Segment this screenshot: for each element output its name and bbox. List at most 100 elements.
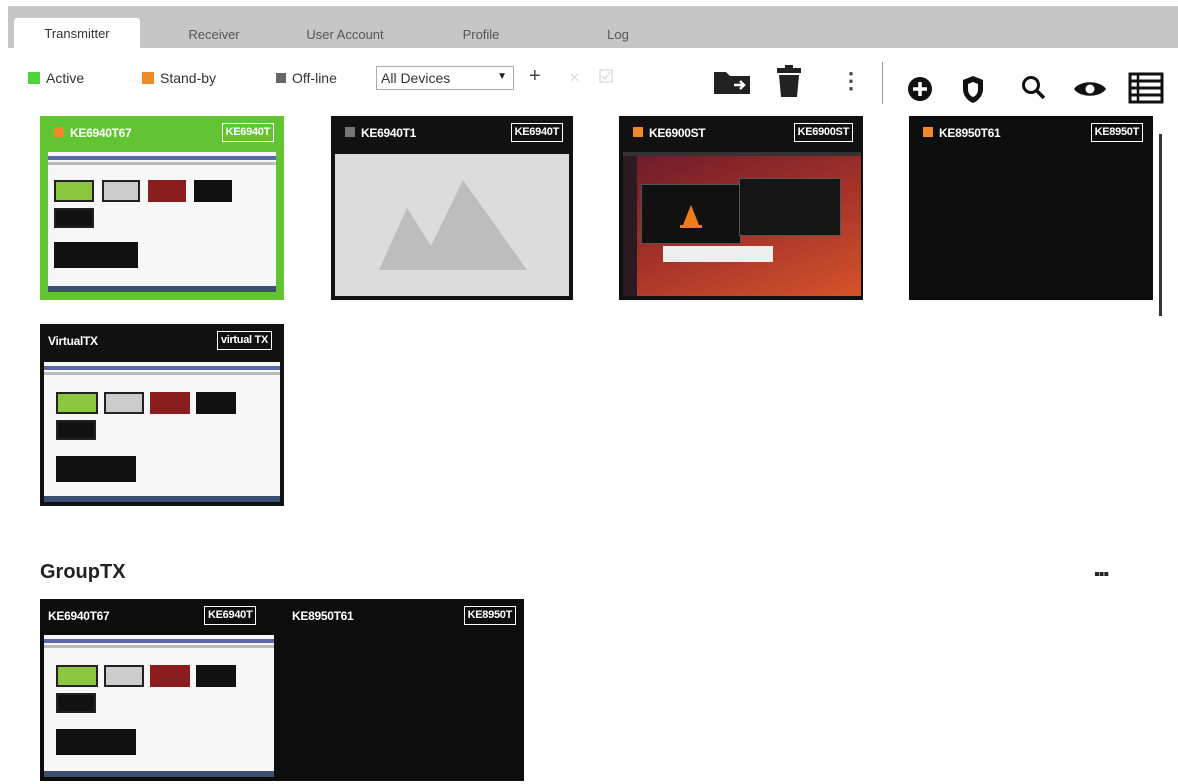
preview-tile	[104, 392, 144, 414]
eye-icon[interactable]	[1072, 78, 1108, 100]
preview-tile	[56, 729, 136, 755]
status-dot	[54, 127, 64, 137]
device-model-badge: KE6940T	[221, 123, 274, 142]
device-tile[interactable]: KE6900ST KE6900ST	[619, 116, 863, 300]
desktop-preview	[44, 635, 274, 777]
device-name: KE6940T1	[361, 126, 416, 140]
preview-taskbar	[44, 771, 274, 777]
group-member-name: KE8950T61	[292, 609, 354, 623]
desktop-preview	[48, 152, 276, 292]
preview-menubar	[44, 372, 280, 375]
preview-dialog	[663, 246, 773, 262]
device-model-badge: KE8950T	[1090, 123, 1143, 142]
preview-menubar	[44, 645, 274, 648]
checkbox-icon[interactable]	[598, 68, 614, 84]
screen-preview	[335, 154, 569, 296]
legend-active: Active	[28, 70, 84, 86]
preview-tile	[148, 180, 186, 202]
preview-tile	[196, 392, 236, 414]
toolbar-divider	[882, 62, 883, 104]
preview-titlebar	[44, 366, 280, 370]
legend-offline-label: Off-line	[292, 70, 337, 86]
device-tile[interactable]: VirtualTX virtual TX	[40, 324, 284, 506]
group-tile[interactable]: KE6940T67 KE6940T KE8950T61 KE8950T	[40, 599, 524, 781]
vlc-cone-icon	[680, 205, 702, 228]
tab-user-account[interactable]: User Account	[290, 20, 400, 48]
preview-tile	[56, 456, 136, 482]
toolbar: Active Stand-by Off-line All Devices ▼ +…	[0, 48, 1178, 110]
preview-tile	[56, 420, 96, 440]
vertical-more-icon[interactable]: ⋮	[840, 70, 862, 92]
preview-tile	[56, 693, 96, 713]
status-dot	[345, 127, 355, 137]
preview-taskbar	[44, 496, 280, 502]
preview-menubar	[48, 162, 276, 165]
device-tile[interactable]: KE6940T1 KE6940T	[331, 116, 573, 300]
preview-tile	[150, 665, 190, 687]
legend-active-label: Active	[46, 70, 85, 86]
preview-titlebar	[44, 639, 274, 643]
screen-preview	[623, 152, 861, 296]
device-name: KE8950T61	[939, 126, 1001, 140]
image-placeholder-icon	[379, 180, 527, 270]
preview-tile	[56, 392, 98, 414]
screen-preview	[44, 635, 274, 777]
preview-tile	[196, 665, 236, 687]
add-circle-icon[interactable]	[907, 76, 933, 102]
device-filter-value: All Devices	[381, 70, 451, 86]
active-swatch	[28, 72, 40, 84]
screen-preview	[44, 362, 280, 502]
group-title: GroupTX	[40, 561, 126, 583]
preview-terminal	[739, 178, 841, 236]
scrollbar[interactable]	[1159, 134, 1162, 316]
device-tile[interactable]: KE8950T61 KE8950T	[909, 116, 1153, 300]
device-model-badge: KE6940T	[510, 123, 563, 142]
preview-launcher	[623, 152, 637, 296]
screen-preview	[48, 152, 276, 292]
chevron-down-icon: ▼	[497, 71, 507, 82]
group-more-icon[interactable]: ▪▪▪	[1094, 566, 1109, 584]
legend-standby-label: Stand-by	[160, 70, 217, 86]
preview-topbar	[623, 152, 861, 156]
desktop-preview	[44, 362, 280, 502]
preview-tile	[56, 665, 98, 687]
device-filter-select[interactable]: All Devices ▼	[376, 66, 514, 90]
list-view-icon[interactable]	[1128, 72, 1164, 104]
tab-profile[interactable]: Profile	[446, 20, 516, 48]
preview-tile	[54, 208, 94, 228]
status-dot	[633, 127, 643, 137]
legend-offline: Off-line	[276, 70, 337, 86]
offline-swatch	[276, 73, 286, 83]
preview-taskbar	[48, 286, 276, 292]
preview-tile	[102, 180, 140, 202]
screen-preview	[919, 154, 1145, 294]
preview-tile	[54, 180, 94, 202]
shield-icon[interactable]	[960, 74, 986, 104]
standby-swatch	[142, 72, 154, 84]
move-to-folder-icon[interactable]	[712, 68, 752, 96]
tab-transmitter[interactable]: Transmitter	[14, 18, 140, 48]
device-model-badge: KE6900ST	[793, 123, 853, 142]
device-name: KE6900ST	[649, 126, 706, 140]
search-icon[interactable]	[1020, 74, 1048, 102]
delete-x-icon[interactable]: ✕	[569, 70, 580, 86]
group-member-badge: KE8950T	[463, 606, 516, 625]
device-model-badge: virtual TX	[216, 331, 272, 350]
preview-tile	[54, 242, 138, 268]
device-tile[interactable]: KE6940T67 KE6940T	[40, 116, 284, 300]
legend-standby: Stand-by	[142, 70, 216, 86]
preview-titlebar	[48, 156, 276, 160]
tab-bar: Transmitter Receiver User Account Profil…	[8, 6, 1178, 48]
plus-icon[interactable]: +	[529, 66, 541, 86]
preview-tile	[150, 392, 190, 414]
tab-receiver[interactable]: Receiver	[164, 20, 264, 48]
preview-window	[641, 184, 741, 244]
tab-log[interactable]: Log	[598, 20, 638, 48]
preview-tile	[194, 180, 232, 202]
device-name: VirtualTX	[48, 334, 98, 348]
trash-icon[interactable]	[776, 64, 802, 98]
group-member-name: KE6940T67	[48, 609, 110, 623]
preview-tile	[104, 665, 144, 687]
status-dot	[923, 127, 933, 137]
device-name: KE6940T67	[70, 126, 132, 140]
